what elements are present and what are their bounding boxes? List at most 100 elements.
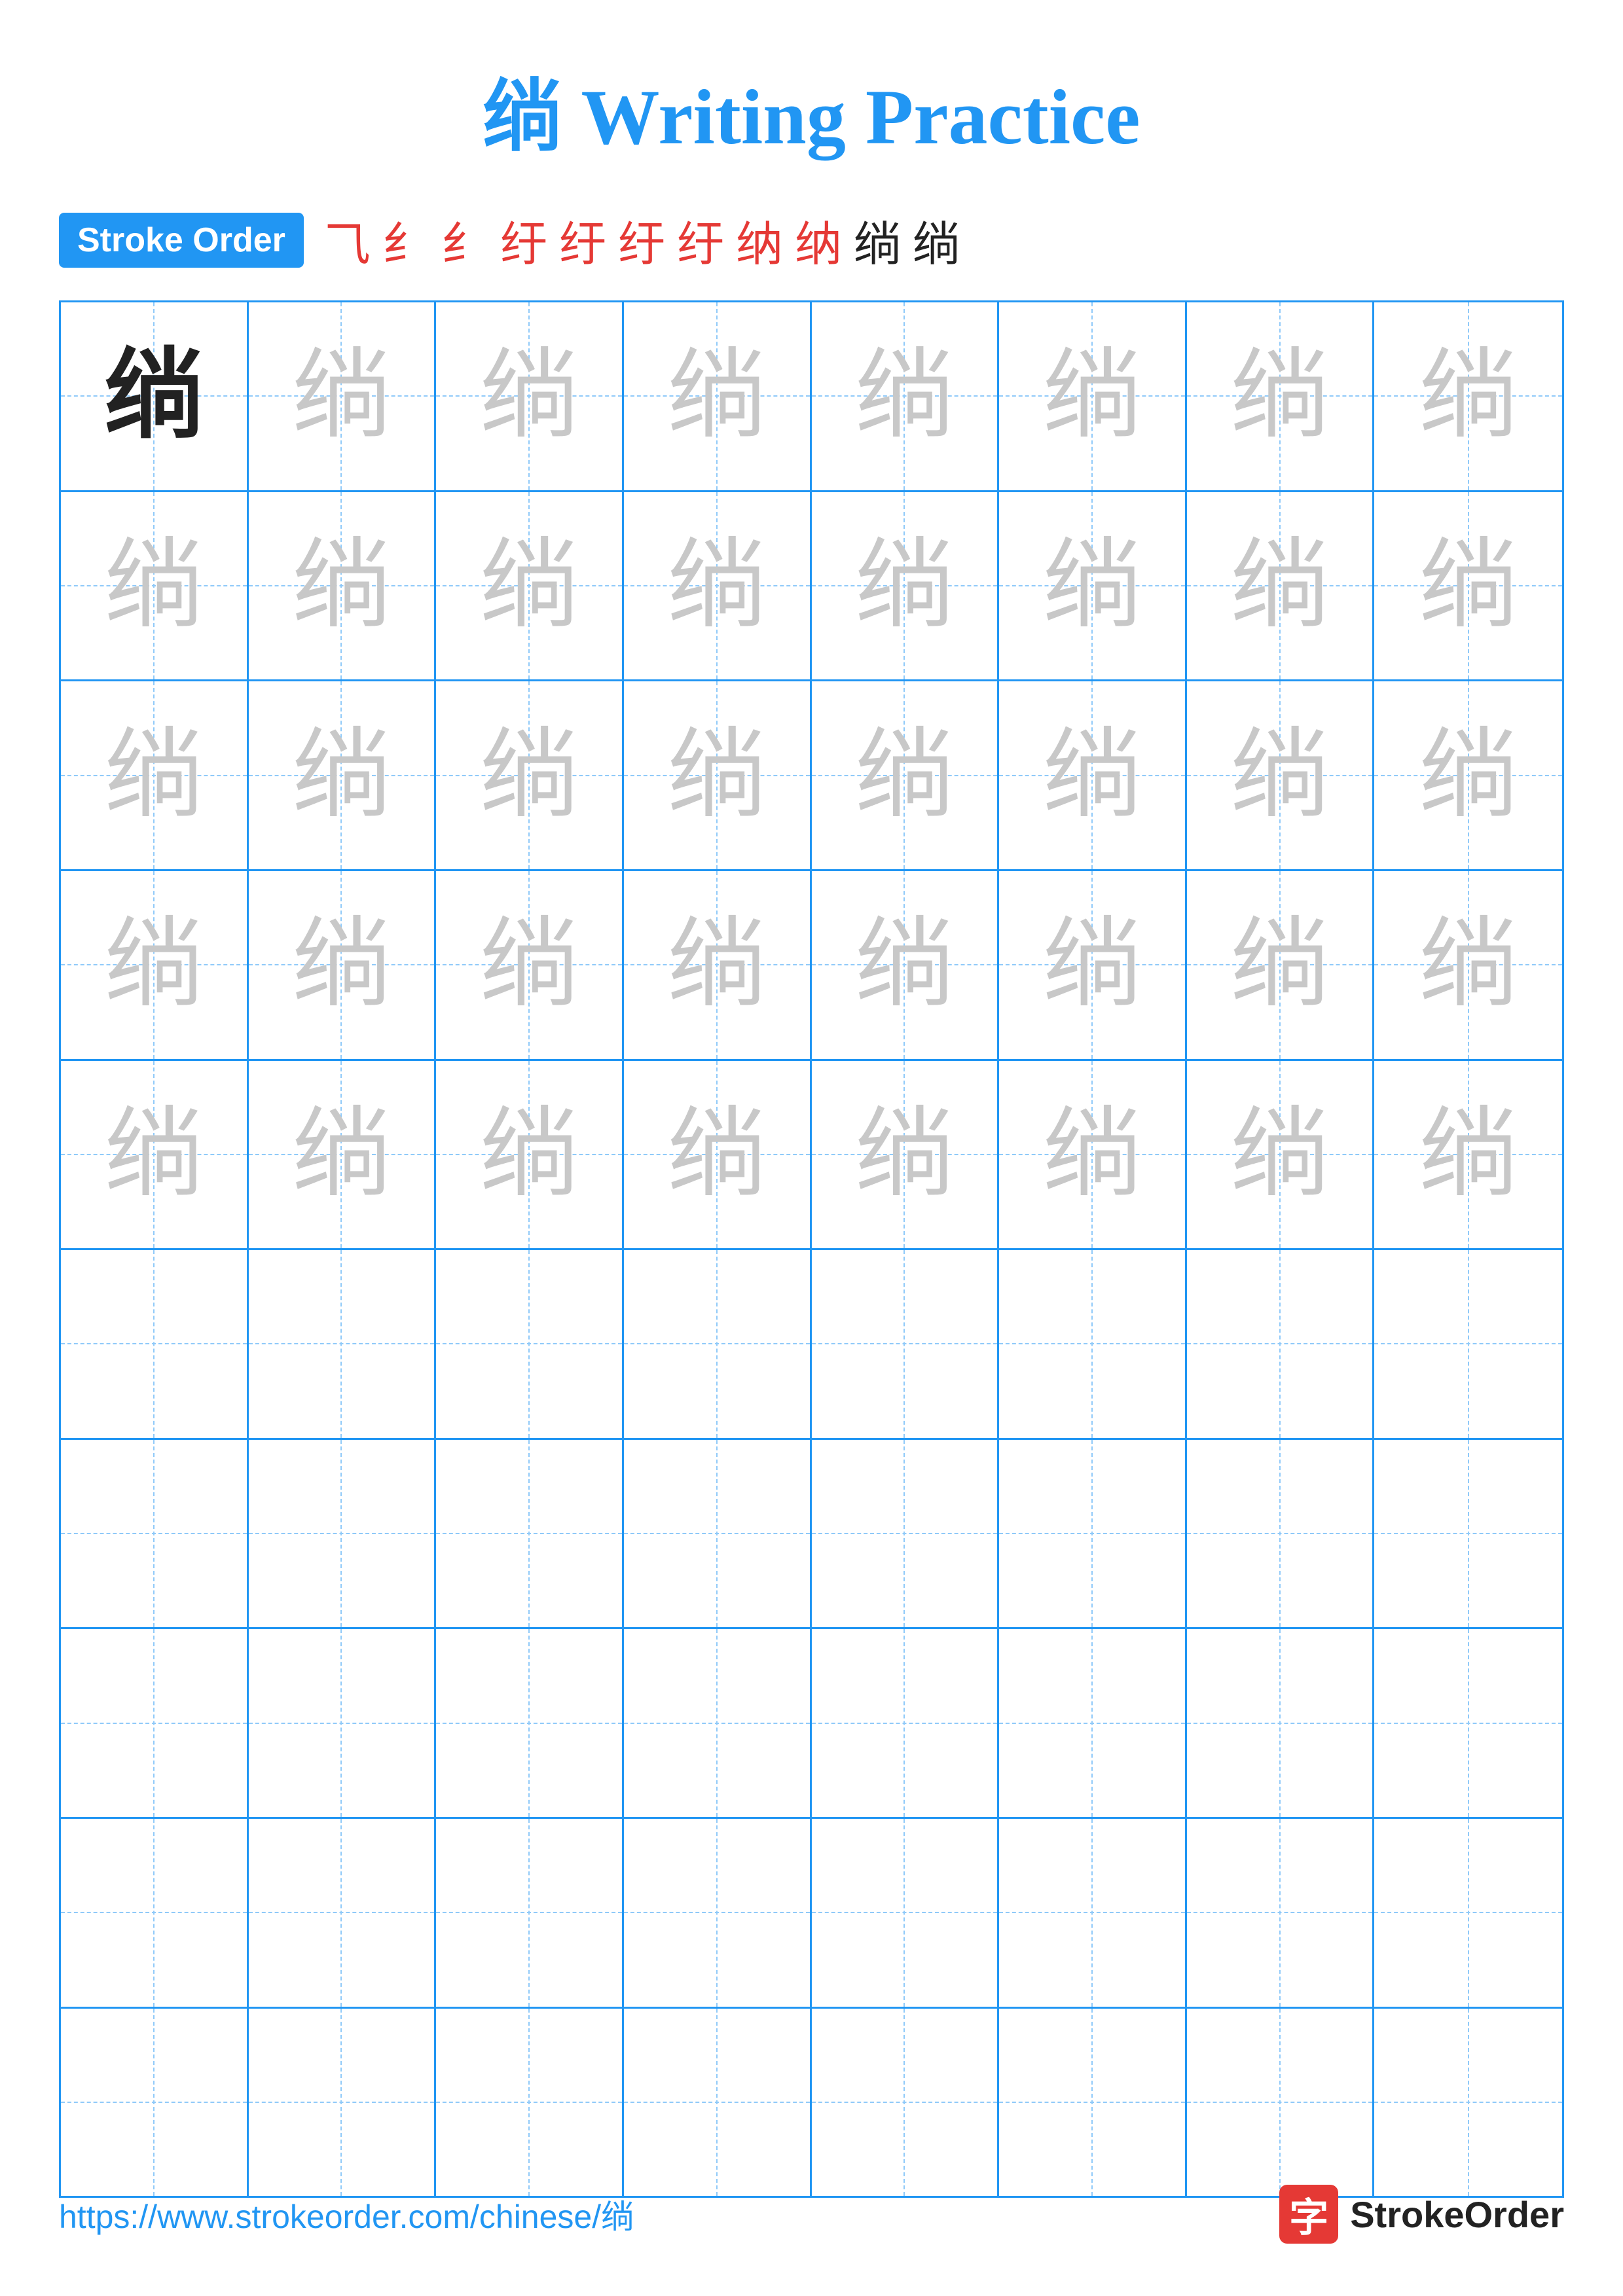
grid-cell[interactable]: 绱 bbox=[1187, 681, 1375, 869]
grid-cell[interactable] bbox=[624, 1250, 812, 1438]
grid-row: 绱绱绱绱绱绱绱绱 bbox=[61, 681, 1562, 871]
grid-cell[interactable]: 绱 bbox=[624, 871, 812, 1059]
grid-cell[interactable]: 绱 bbox=[1187, 1061, 1375, 1249]
logo-icon-char: 字 bbox=[1289, 2186, 1328, 2243]
grid-row: 绱绱绱绱绱绱绱绱 bbox=[61, 302, 1562, 492]
grid-cell[interactable] bbox=[999, 1629, 1187, 1817]
grid-cell[interactable]: 绱 bbox=[624, 681, 812, 869]
grid-cell[interactable]: 绱 bbox=[249, 302, 437, 490]
practice-char: 绱 bbox=[668, 726, 766, 825]
grid-cell[interactable]: 绱 bbox=[61, 1061, 249, 1249]
grid-cell[interactable]: 绱 bbox=[999, 492, 1187, 680]
grid-cell[interactable]: 绱 bbox=[812, 1061, 1000, 1249]
stroke-char-8: 纳 bbox=[795, 206, 842, 274]
grid-cell[interactable] bbox=[436, 1629, 624, 1817]
grid-cell[interactable] bbox=[624, 1629, 812, 1817]
grid-cell[interactable] bbox=[61, 1819, 249, 2007]
practice-char: 绱 bbox=[1043, 726, 1141, 825]
grid-cell[interactable]: 绱 bbox=[249, 871, 437, 1059]
grid-cell[interactable]: 绱 bbox=[61, 871, 249, 1059]
grid-cell[interactable] bbox=[999, 1440, 1187, 1628]
grid-cell[interactable] bbox=[61, 1250, 249, 1438]
grid-cell[interactable] bbox=[1187, 1250, 1375, 1438]
grid-cell[interactable]: 绱 bbox=[1374, 681, 1562, 869]
grid-cell[interactable] bbox=[812, 1629, 1000, 1817]
grid-cell[interactable]: 绱 bbox=[61, 492, 249, 680]
grid-cell[interactable]: 绱 bbox=[812, 492, 1000, 680]
grid-cell[interactable] bbox=[1187, 1629, 1375, 1817]
grid-cell[interactable] bbox=[1374, 1819, 1562, 2007]
grid-cell[interactable] bbox=[1187, 2009, 1375, 2197]
grid-cell[interactable] bbox=[436, 2009, 624, 2197]
grid-cell[interactable] bbox=[61, 1629, 249, 1817]
grid-cell[interactable]: 绱 bbox=[999, 302, 1187, 490]
grid-cell[interactable] bbox=[1374, 1629, 1562, 1817]
practice-char: 绱 bbox=[292, 537, 390, 635]
grid-cell[interactable]: 绱 bbox=[436, 492, 624, 680]
grid-cell[interactable] bbox=[436, 1440, 624, 1628]
grid-cell[interactable] bbox=[999, 1819, 1187, 2007]
grid-cell[interactable] bbox=[812, 2009, 1000, 2197]
grid-cell[interactable]: 绱 bbox=[812, 302, 1000, 490]
grid-cell[interactable] bbox=[249, 1819, 437, 2007]
grid-cell[interactable]: 绱 bbox=[812, 681, 1000, 869]
grid-cell[interactable]: 绱 bbox=[999, 1061, 1187, 1249]
logo-text: StrokeOrder bbox=[1350, 2193, 1564, 2236]
grid-cell[interactable]: 绱 bbox=[61, 681, 249, 869]
grid-cell[interactable] bbox=[249, 1440, 437, 1628]
practice-char: 绱 bbox=[292, 916, 390, 1014]
stroke-order-badge: Stroke Order bbox=[59, 213, 304, 268]
grid-cell[interactable] bbox=[812, 1250, 1000, 1438]
grid-cell[interactable] bbox=[624, 1440, 812, 1628]
grid-cell[interactable]: 绱 bbox=[1374, 871, 1562, 1059]
grid-cell[interactable]: 绱 bbox=[436, 1061, 624, 1249]
grid-cell[interactable] bbox=[812, 1819, 1000, 2007]
grid-cell[interactable] bbox=[249, 2009, 437, 2197]
practice-char: 绱 bbox=[1231, 726, 1329, 825]
grid-cell[interactable] bbox=[999, 1250, 1187, 1438]
grid-cell[interactable]: 绱 bbox=[249, 681, 437, 869]
practice-char: 绱 bbox=[105, 916, 203, 1014]
grid-cell[interactable] bbox=[999, 2009, 1187, 2197]
grid-cell[interactable]: 绱 bbox=[1374, 302, 1562, 490]
grid-cell[interactable] bbox=[249, 1250, 437, 1438]
practice-char: 绱 bbox=[1043, 1105, 1141, 1204]
grid-cell[interactable] bbox=[1187, 1819, 1375, 2007]
grid-cell[interactable] bbox=[812, 1440, 1000, 1628]
practice-char: 绱 bbox=[292, 726, 390, 825]
grid-cell[interactable]: 绱 bbox=[1187, 871, 1375, 1059]
grid-cell[interactable]: 绱 bbox=[436, 871, 624, 1059]
logo-icon: 字 bbox=[1279, 2185, 1338, 2244]
grid-cell[interactable]: 绱 bbox=[1187, 492, 1375, 680]
grid-cell[interactable] bbox=[1374, 1440, 1562, 1628]
grid-cell[interactable]: 绱 bbox=[436, 681, 624, 869]
grid-cell[interactable] bbox=[436, 1819, 624, 2007]
grid-cell[interactable]: 绱 bbox=[249, 1061, 437, 1249]
grid-cell[interactable]: 绱 bbox=[624, 1061, 812, 1249]
grid-cell[interactable]: 绱 bbox=[1187, 302, 1375, 490]
grid-cell[interactable] bbox=[436, 1250, 624, 1438]
grid-cell[interactable]: 绱 bbox=[624, 492, 812, 680]
grid-cell[interactable] bbox=[1374, 2009, 1562, 2197]
grid-cell[interactable]: 绱 bbox=[249, 492, 437, 680]
grid-cell[interactable]: 绱 bbox=[999, 681, 1187, 869]
grid-cell[interactable]: 绱 bbox=[999, 871, 1187, 1059]
grid-cell[interactable]: 绱 bbox=[436, 302, 624, 490]
grid-cell[interactable]: 绱 bbox=[624, 302, 812, 490]
grid-cell[interactable] bbox=[624, 2009, 812, 2197]
grid-cell[interactable]: 绱 bbox=[1374, 1061, 1562, 1249]
grid-cell[interactable] bbox=[61, 2009, 249, 2197]
practice-char: 绱 bbox=[1231, 1105, 1329, 1204]
stroke-char-2: 纟 bbox=[441, 206, 488, 274]
stroke-chars-container: ⺄纟纟纡纡纡纡纳纳绱绱 bbox=[323, 206, 960, 274]
grid-cell[interactable] bbox=[249, 1629, 437, 1817]
grid-cell[interactable]: 绱 bbox=[1374, 492, 1562, 680]
grid-cell[interactable]: 绱 bbox=[812, 871, 1000, 1059]
footer-url: https://www.strokeorder.com/chinese/绱 bbox=[59, 2191, 634, 2238]
grid-cell[interactable] bbox=[624, 1819, 812, 2007]
grid-cell[interactable] bbox=[61, 1440, 249, 1628]
grid-cell[interactable]: 绱 bbox=[61, 302, 249, 490]
practice-char: 绱 bbox=[105, 347, 203, 445]
grid-cell[interactable] bbox=[1374, 1250, 1562, 1438]
grid-cell[interactable] bbox=[1187, 1440, 1375, 1628]
